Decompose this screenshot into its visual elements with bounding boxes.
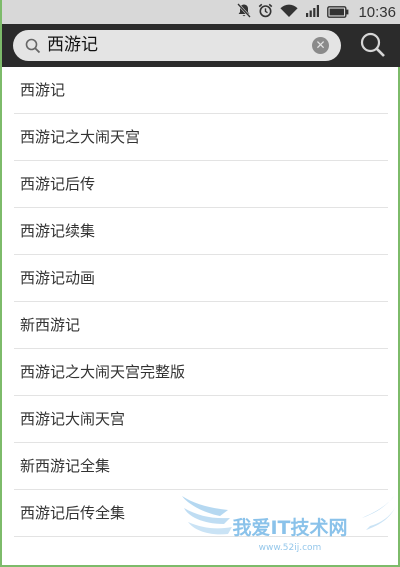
search-bar: 西游记 ✕	[2, 24, 400, 67]
wifi-icon	[280, 3, 299, 22]
signal-icon	[305, 3, 320, 22]
list-item[interactable]: 西游记之大闹天宫完整版	[4, 349, 400, 396]
app-frame: 10:36 西游记 ✕ 西游记 西游记之大闹天宫 西游记后传 西游记续集 西游记…	[0, 0, 400, 567]
search-icon	[25, 38, 41, 58]
mute-icon	[237, 2, 252, 22]
suggestion-list: 西游记 西游记之大闹天宫 西游记后传 西游记续集 西游记动画 新西游记 西游记之…	[4, 67, 400, 537]
search-button[interactable]	[358, 30, 388, 60]
list-item[interactable]: 新西游记	[4, 302, 400, 349]
search-field[interactable]: 西游记 ✕	[13, 30, 341, 61]
battery-icon	[327, 3, 349, 22]
status-icons: 10:36	[237, 0, 396, 24]
list-item[interactable]: 西游记之大闹天宫	[4, 114, 400, 161]
clear-icon[interactable]: ✕	[312, 37, 329, 54]
list-item[interactable]: 西游记动画	[4, 255, 400, 302]
list-item[interactable]: 西游记大闹天宫	[4, 396, 400, 443]
list-item[interactable]: 新西游记全集	[4, 443, 400, 490]
watermark-url: www.52ij.com	[259, 543, 322, 553]
list-item[interactable]: 西游记续集	[4, 208, 400, 255]
watermark-title: 我爱IT技术网	[232, 516, 347, 539]
list-item[interactable]: 西游记后传	[4, 161, 400, 208]
alarm-icon	[258, 3, 273, 22]
search-icon	[360, 32, 385, 57]
status-time: 10:36	[358, 3, 396, 21]
watermark: 我爱IT技术网 www.52ij.com	[182, 496, 396, 553]
search-input[interactable]: 西游记	[47, 30, 98, 61]
status-bar: 10:36	[2, 0, 400, 24]
list-item[interactable]: 西游记	[4, 67, 400, 114]
